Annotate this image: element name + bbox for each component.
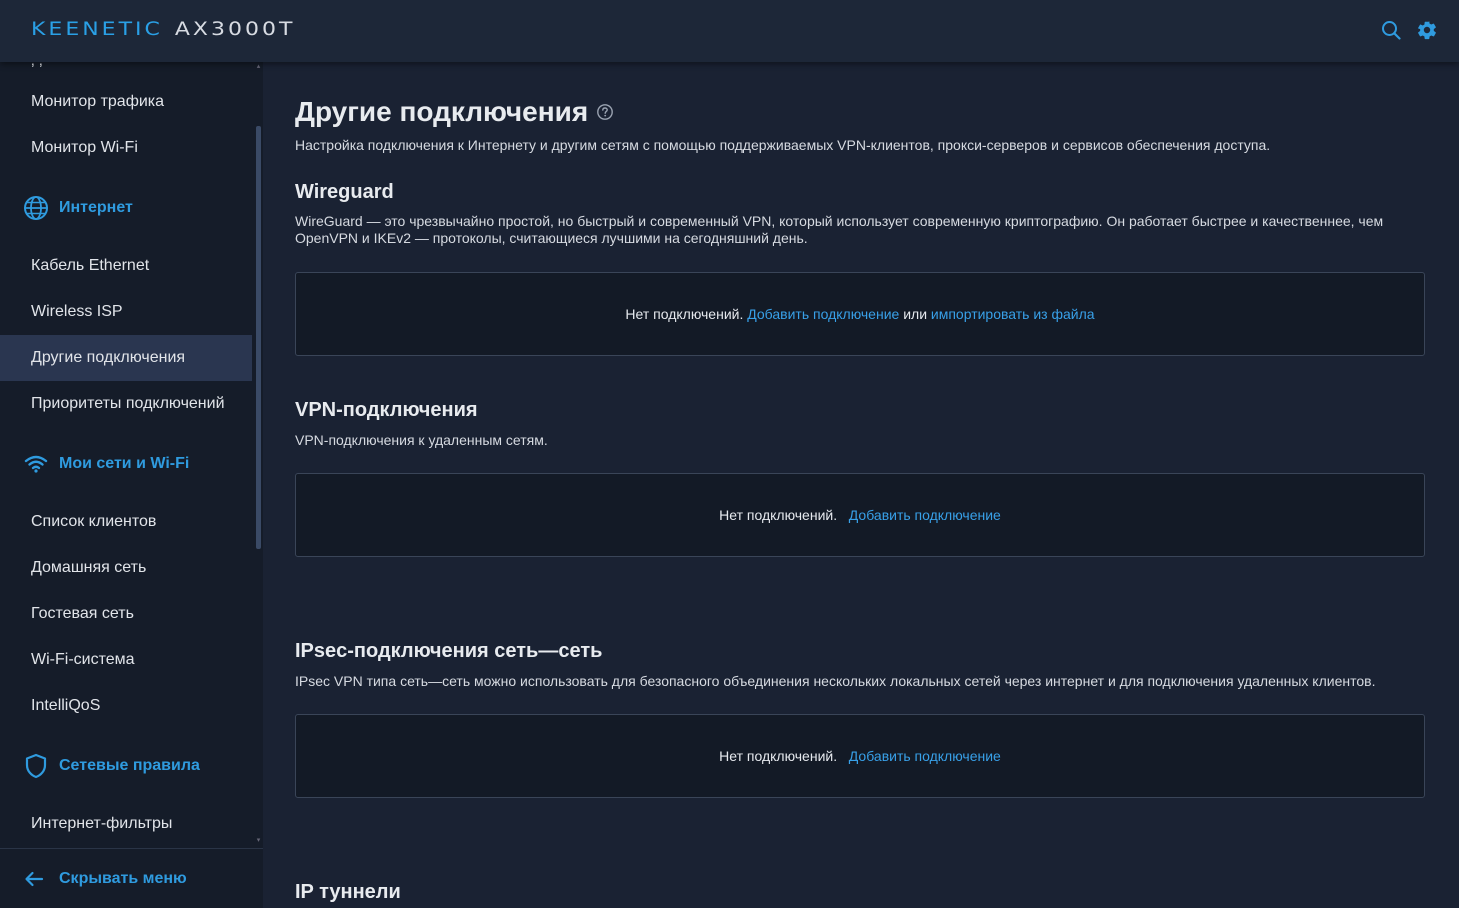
sidebar-section-internet[interactable]: Интернет	[0, 185, 252, 231]
sidebar-item-label: Список клиентов	[31, 513, 157, 530]
import-from-file-link[interactable]: импортировать из файла	[931, 306, 1095, 322]
sidebar-item-label: Другие подключения	[31, 349, 186, 366]
or-text: или	[903, 306, 928, 322]
scroll-down-arrow-icon[interactable]: ▾	[255, 837, 262, 844]
sidebar-item-wifi-monitor[interactable]: Монитор Wi-Fi	[0, 125, 252, 171]
sidebar-item-label: Wireless ISP	[31, 303, 123, 320]
section-desc-ipsec: IPsec VPN типа сеть—сеть можно использов…	[295, 673, 1376, 689]
sidebar-section-label: Интернет	[59, 199, 133, 216]
main-content: Другие подключения Настройка подключения…	[263, 62, 1459, 908]
sidebar-nav: ‚ ‚ Монитор трафика Монитор Wi-Fi Интерн…	[0, 62, 263, 848]
sidebar-item-traffic-monitor[interactable]: Монитор трафика	[0, 79, 252, 125]
sidebar-item-label: IntelliQoS	[31, 697, 101, 714]
sidebar-section-label: Мои сети и Wi-Fi	[59, 455, 190, 472]
globe-icon	[23, 195, 49, 221]
sidebar-section-my-networks[interactable]: Мои сети и Wi-Fi	[0, 441, 252, 487]
sidebar-item-label: Приоритеты подключений	[31, 395, 225, 412]
section-desc-vpn: VPN-подключения к удаленным сетям.	[295, 432, 548, 448]
sidebar-item-label: Монитор Wi-Fi	[31, 139, 138, 156]
add-connection-link[interactable]: Добавить подключение	[849, 748, 1001, 764]
brand-name: KEENETIC	[31, 18, 163, 40]
sidebar-scroll-thumb[interactable]	[256, 126, 261, 549]
add-connection-link[interactable]: Добавить подключение	[849, 507, 1001, 523]
sidebar-item-label: Интернет-фильтры	[31, 815, 173, 832]
sidebar-item-wifi-system[interactable]: Wi-Fi-система	[0, 637, 252, 683]
wireguard-empty-panel: Нет подключений. Добавить подключение ил…	[295, 272, 1425, 356]
section-title-vpn: VPN-подключения	[295, 399, 478, 421]
page-title-text: Другие подключения	[295, 96, 589, 127]
vpn-empty-panel: Нет подключений. Добавить подключение	[295, 473, 1425, 557]
shield-icon	[23, 753, 49, 779]
sidebar-item-guest-network[interactable]: Гостевая сеть	[0, 591, 252, 637]
top-header: KEENETIC AX3000T	[0, 0, 1459, 62]
add-connection-link[interactable]: Добавить подключение	[747, 306, 899, 322]
sidebar-item-client-list[interactable]: Список клиентов	[0, 499, 252, 545]
sidebar-item-label: Гостевая сеть	[31, 605, 134, 622]
search-icon[interactable]	[1379, 18, 1403, 42]
sidebar-section-label: Сетевые правила	[59, 757, 200, 774]
sidebar-item-internet-filters[interactable]: Интернет-фильтры	[0, 801, 252, 847]
empty-text: Нет подключений.	[625, 306, 744, 322]
empty-text: Нет подключений.	[719, 748, 838, 764]
brand-logo[interactable]: KEENETIC AX3000T	[31, 14, 295, 44]
sidebar-item-label: Кабель Ethernet	[31, 257, 150, 274]
sidebar-item-connection-priorities[interactable]: Приоритеты подключений	[0, 381, 252, 427]
section-desc-wireguard: WireGuard — это чрезвычайно простой, но …	[295, 213, 1384, 246]
page-title: Другие подключения	[295, 96, 614, 128]
section-title-ip-tunnels: IP туннели	[295, 881, 401, 903]
wifi-icon	[23, 451, 49, 477]
section-title-wireguard: Wireguard	[295, 181, 394, 203]
sidebar-item-label: Домашняя сеть	[31, 559, 147, 576]
hide-menu-button[interactable]: Скрывать меню	[0, 848, 263, 908]
sidebar-item-label: Wi-Fi-система	[31, 651, 135, 668]
page-description: Настройка подключения к Интернету и друг…	[295, 137, 1271, 153]
scroll-up-arrow-icon[interactable]: ▴	[255, 63, 262, 70]
empty-text: Нет подключений.	[719, 507, 838, 523]
section-title-ipsec: IPsec-подключения сеть—сеть	[295, 640, 603, 662]
help-icon[interactable]	[596, 103, 614, 121]
sidebar-item-ethernet-cable[interactable]: Кабель Ethernet	[0, 243, 252, 289]
arrow-left-icon	[24, 868, 46, 890]
sidebar-item-wireless-isp[interactable]: Wireless ISP	[0, 289, 252, 335]
sidebar-item-other-connections[interactable]: Другие подключения	[0, 335, 252, 381]
sidebar-item-intelliqos[interactable]: IntelliQoS	[0, 683, 252, 729]
sidebar-item-label: Монитор трафика	[31, 93, 165, 110]
sidebar-section-network-rules[interactable]: Сетевые правила	[0, 743, 252, 789]
header-actions	[1379, 18, 1439, 42]
sidebar-item-home-network[interactable]: Домашняя сеть	[0, 545, 252, 591]
model-name: AX3000T	[174, 18, 296, 40]
gear-icon[interactable]	[1415, 18, 1439, 42]
hide-menu-label: Скрывать меню	[59, 869, 187, 887]
sidebar: ‚ ‚ Монитор трафика Монитор Wi-Fi Интерн…	[0, 62, 263, 908]
ipsec-empty-panel: Нет подключений. Добавить подключение	[295, 714, 1425, 798]
sidebar-item-cut: ‚ ‚	[31, 62, 43, 70]
